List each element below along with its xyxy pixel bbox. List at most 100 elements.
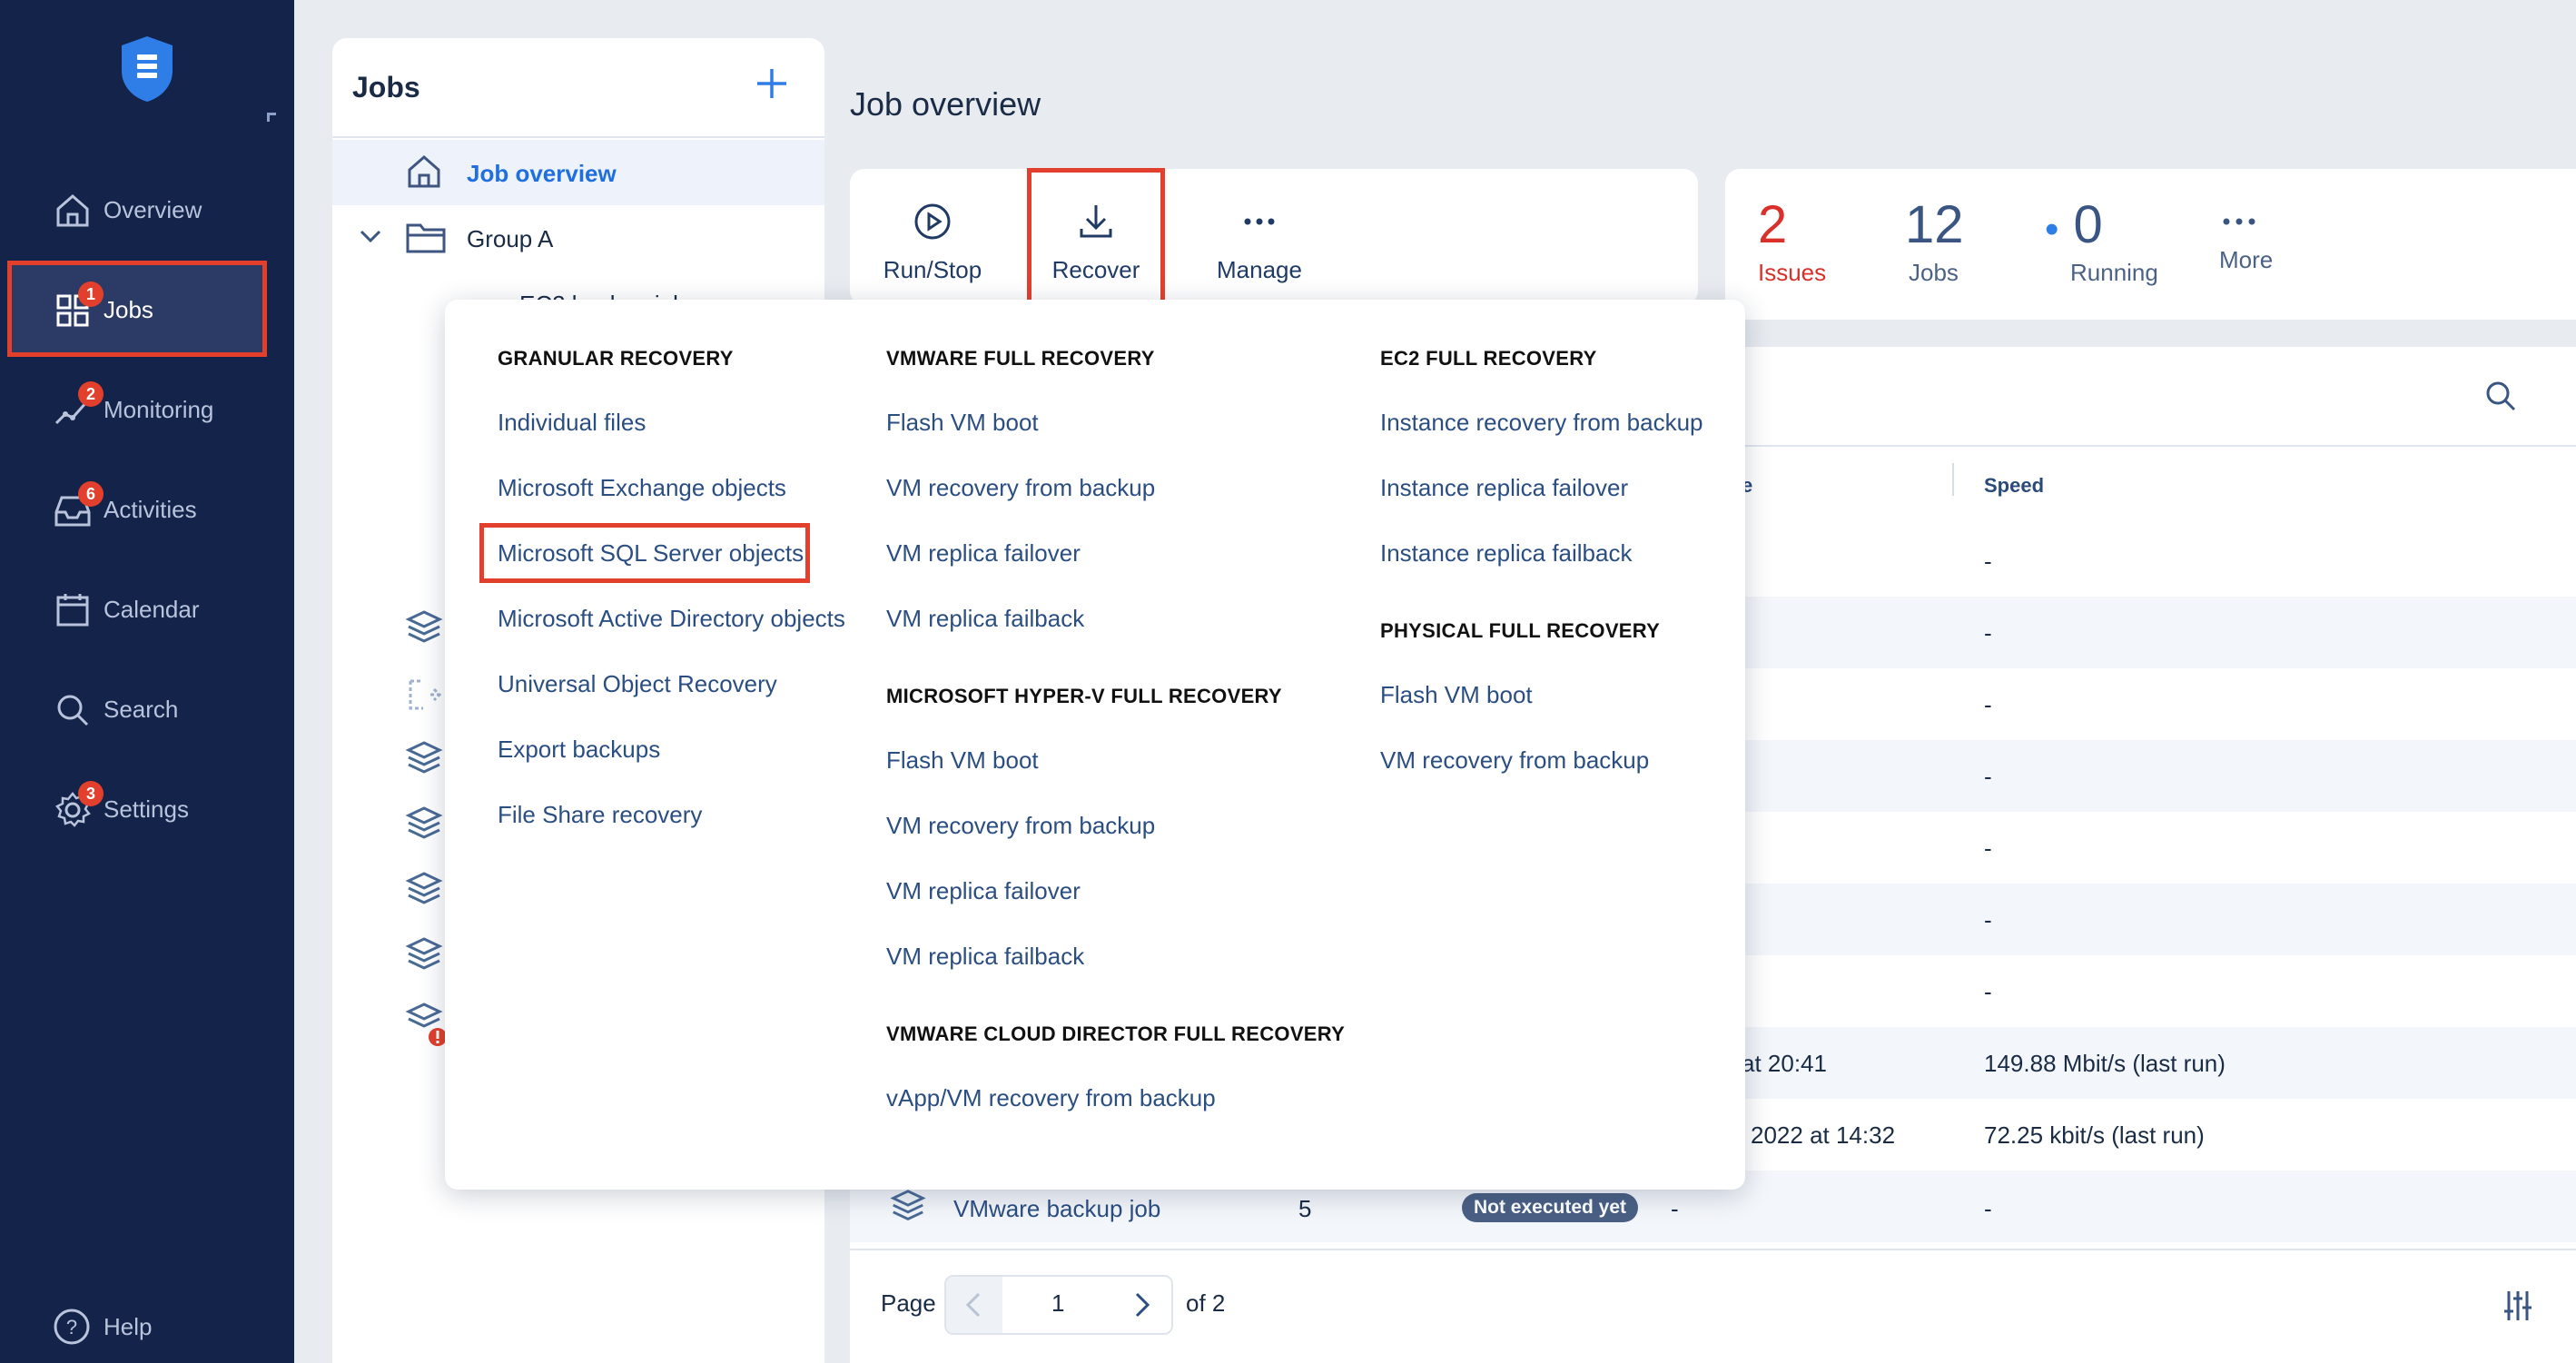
speed-cell: 149.88 Mbit/s (last run) — [1984, 1050, 2226, 1077]
menu-heading-ec2: EC2 FULL RECOVERY — [1380, 347, 1597, 370]
menu-item-universal-object-recovery[interactable]: Universal Object Recovery — [498, 670, 777, 698]
menu-heading-vmware: VMWARE FULL RECOVERY — [886, 347, 1155, 370]
menu-heading-vcd: VMWARE CLOUD DIRECTOR FULL RECOVERY — [886, 1022, 1346, 1045]
help-icon: ? — [54, 1309, 90, 1345]
running-count: 0 — [2073, 195, 2103, 254]
monitoring-badge: 2 — [78, 381, 104, 407]
menu-item-vmware-vm-recovery[interactable]: VM recovery from backup — [886, 474, 1155, 502]
tree-item-job-overview[interactable]: Job overview — [332, 140, 824, 205]
prev-page-button[interactable] — [946, 1277, 1002, 1333]
menu-item-instance-recovery[interactable]: Instance recovery from backup — [1380, 409, 1703, 437]
backup-job-icon — [405, 872, 443, 904]
sidebar-item-label: Search — [104, 696, 179, 723]
menu-item-instance-replica-failover[interactable]: Instance replica failover — [1380, 474, 1628, 502]
menu-item-vmware-replica-failback[interactable]: VM replica failback — [886, 605, 1084, 633]
speed-cell: - — [1984, 691, 1992, 718]
error-job-icon — [405, 1002, 447, 1046]
speed-cell: - — [1984, 835, 1992, 862]
page-number[interactable]: 1 — [1051, 1289, 1064, 1318]
chevron-down-icon[interactable] — [360, 229, 381, 243]
menu-item-individual-files[interactable]: Individual files — [498, 409, 646, 437]
home-icon — [408, 155, 440, 188]
sidebar-item-label: Calendar — [104, 596, 200, 623]
issues-label: Issues — [1758, 259, 1827, 286]
speed-cell: - — [1984, 619, 1992, 647]
sidebar-item-label: Activities — [104, 496, 197, 523]
more-stat-button[interactable]: More — [2212, 209, 2273, 274]
speed-cell: - — [1984, 978, 1992, 1005]
jobs-panel-title: Jobs — [352, 71, 420, 104]
sidebar-item-overview[interactable]: Overview — [7, 162, 267, 256]
sidebar-item-settings[interactable]: 3 Settings — [7, 761, 267, 855]
sidebar-item-activities[interactable]: 6 Activities — [7, 461, 267, 556]
menu-item-hyperv-vm-recovery[interactable]: VM recovery from backup — [886, 812, 1155, 840]
menu-item-instance-replica-failback[interactable]: Instance replica failback — [1380, 539, 1632, 568]
status-badge: Not executed yet — [1462, 1193, 1638, 1222]
more-dots-icon — [2223, 218, 2255, 225]
menu-item-exchange-objects[interactable]: Microsoft Exchange objects — [498, 474, 786, 502]
jobs-highlight-box — [7, 261, 267, 357]
manage-button[interactable]: Manage — [1191, 169, 1327, 305]
sql-highlight-box — [479, 523, 810, 583]
speed-cell: - — [1984, 1195, 1992, 1222]
menu-item-file-share-recovery[interactable]: File Share recovery — [498, 801, 702, 829]
menu-item-physical-vm-recovery[interactable]: VM recovery from backup — [1380, 746, 1649, 775]
tree-item-label: Group A — [467, 225, 554, 252]
svg-text:?: ? — [66, 1316, 77, 1338]
menu-item-active-directory-objects[interactable]: Microsoft Active Directory objects — [498, 605, 845, 633]
app-logo-icon[interactable] — [118, 35, 176, 104]
menu-item-vmware-flash-boot[interactable]: Flash VM boot — [886, 409, 1039, 437]
column-header-speed[interactable]: Speed — [1984, 474, 2044, 498]
menu-item-physical-flash-boot[interactable]: Flash VM boot — [1380, 681, 1533, 709]
run-stop-button[interactable]: Run/Stop — [864, 169, 1001, 305]
menu-item-export-backups[interactable]: Export backups — [498, 736, 660, 764]
menu-heading-physical: PHYSICAL FULL RECOVERY — [1380, 619, 1661, 642]
speed-cell: 72.25 kbit/s (last run) — [1984, 1121, 2205, 1149]
table-search-icon[interactable] — [2484, 380, 2517, 412]
recover-highlight-box — [1027, 168, 1165, 306]
issues-stat[interactable]: 2 Issues — [1758, 194, 1826, 287]
tree-item-group-a[interactable]: Group A — [332, 205, 824, 271]
jobs-stat[interactable]: 12 Jobs — [1905, 194, 1964, 287]
issues-count: 2 — [1758, 195, 1788, 254]
jobs-label: Jobs — [1909, 259, 1959, 286]
column-settings-icon[interactable] — [2502, 1289, 2533, 1322]
menu-item-hyperv-flash-boot[interactable]: Flash VM boot — [886, 746, 1039, 775]
object-count-cell: 5 — [1298, 1195, 1312, 1222]
jobs-panel-header: Jobs — [332, 38, 824, 138]
pager-divider — [850, 1249, 2576, 1250]
sidebar-item-search[interactable]: Search — [7, 661, 267, 756]
settings-badge: 3 — [78, 781, 104, 806]
activities-badge: 6 — [78, 481, 104, 507]
sidebar-item-calendar[interactable]: Calendar — [7, 561, 267, 656]
sidebar: Overview 1 Jobs 2 Monitoring 6 Activitie… — [0, 0, 294, 1363]
help-link[interactable]: ? Help — [53, 1308, 152, 1346]
menu-item-hyperv-replica-failover[interactable]: VM replica failover — [886, 877, 1081, 905]
sidebar-item-monitoring[interactable]: 2 Monitoring — [7, 361, 267, 456]
running-label: Running — [2070, 259, 2158, 286]
collapse-sidebar-icon[interactable] — [267, 113, 276, 122]
backup-job-icon — [890, 1190, 926, 1221]
running-dot-icon: • — [2045, 207, 2059, 252]
speed-cell: - — [1984, 906, 1992, 933]
menu-item-vmware-replica-failover[interactable]: VM replica failover — [886, 539, 1081, 568]
running-stat[interactable]: • 0 Running — [2045, 194, 2158, 287]
tree-item-label: Job overview — [467, 160, 617, 187]
sidebar-item-label: Monitoring — [104, 396, 214, 423]
pager-label: Page — [881, 1289, 936, 1317]
job-name-link[interactable]: VMware backup job — [953, 1195, 1160, 1223]
menu-item-vapp-recovery[interactable]: vApp/VM recovery from backup — [886, 1084, 1216, 1112]
column-divider — [1952, 463, 1954, 496]
add-job-icon[interactable] — [754, 65, 790, 102]
folder-icon — [406, 223, 446, 253]
last-run-cell: 2022 at 14:32 — [1751, 1121, 1896, 1149]
backup-job-icon — [405, 741, 443, 774]
speed-cell: - — [1984, 548, 1992, 575]
manage-label: Manage — [1217, 256, 1302, 283]
speed-cell: - — [1984, 763, 1992, 790]
menu-item-hyperv-replica-failback[interactable]: VM replica failback — [886, 943, 1084, 971]
menu-heading-hyperv: MICROSOFT HYPER-V FULL RECOVERY — [886, 685, 1282, 707]
menu-heading-granular: GRANULAR RECOVERY — [498, 347, 734, 370]
chevron-right-icon[interactable] — [1133, 1291, 1151, 1319]
chevron-left-icon — [965, 1292, 981, 1318]
